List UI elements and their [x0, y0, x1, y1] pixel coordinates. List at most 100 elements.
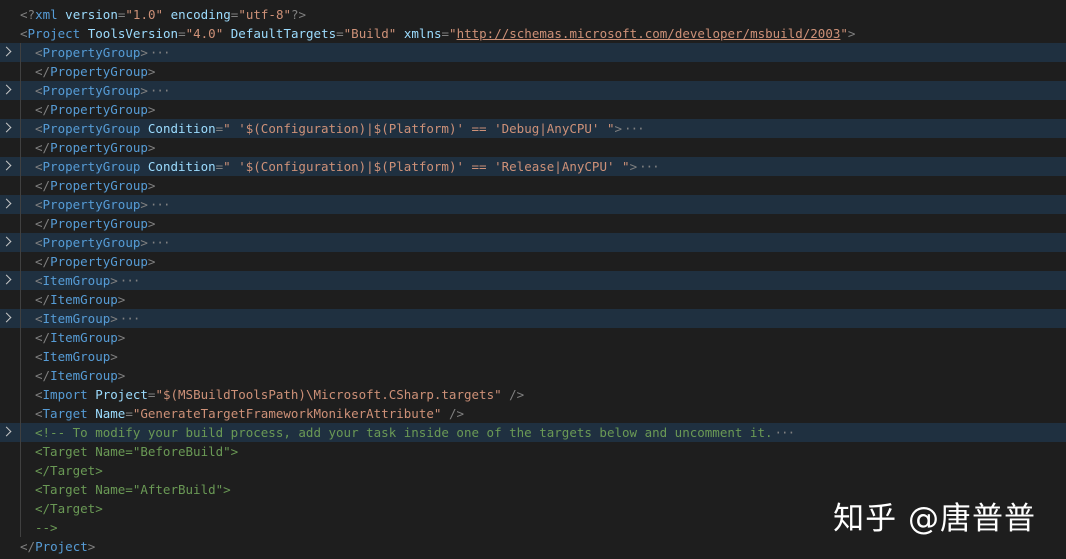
- code-token: "Build": [343, 26, 397, 41]
- code-text: <PropertyGroup> ···: [20, 81, 171, 100]
- code-text: <Target Name="GenerateTargetFrameworkMon…: [20, 404, 464, 423]
- code-text: </Project>: [20, 537, 95, 556]
- code-line[interactable]: <Project ToolsVersion="4.0" DefaultTarge…: [0, 24, 1066, 43]
- code-line-folded[interactable]: <PropertyGroup Condition=" '$(Configurat…: [0, 157, 1066, 176]
- code-token: =: [125, 406, 133, 421]
- code-line[interactable]: </ItemGroup>: [0, 328, 1066, 347]
- fold-gutter: [0, 290, 18, 309]
- fold-gutter[interactable]: [0, 423, 18, 442]
- code-editor[interactable]: <?xml version="1.0" encoding="utf-8"?> <P…: [0, 5, 1066, 556]
- code-token: >: [110, 273, 118, 288]
- code-text: <PropertyGroup> ···: [20, 233, 171, 252]
- fold-gutter: [0, 100, 18, 119]
- fold-gutter: [0, 176, 18, 195]
- code-token: "$(MSBuildToolsPath)\Microsoft.CSharp.ta…: [155, 387, 502, 402]
- fold-gutter[interactable]: [0, 119, 18, 138]
- code-token: ItemGroup: [50, 330, 118, 345]
- code-line-folded[interactable]: <PropertyGroup> ···: [0, 233, 1066, 252]
- fold-gutter[interactable]: [0, 309, 18, 328]
- code-token: </: [35, 330, 51, 345]
- code-token: Condition: [147, 159, 216, 174]
- code-text: </PropertyGroup>: [20, 62, 155, 81]
- code-line[interactable]: </PropertyGroup>: [0, 252, 1066, 271]
- code-token: >: [629, 159, 638, 174]
- code-token: >: [117, 330, 126, 345]
- code-token: ItemGroup: [42, 311, 111, 326]
- fold-ellipsis[interactable]: ···: [639, 159, 660, 174]
- chevron-right-icon[interactable]: [1, 236, 12, 247]
- code-token: <: [35, 273, 43, 288]
- code-line[interactable]: <Import Project="$(MSBuildToolsPath)\Mic…: [0, 385, 1066, 404]
- code-line-folded[interactable]: <PropertyGroup> ···: [0, 195, 1066, 214]
- code-line-folded[interactable]: <PropertyGroup> ···: [0, 81, 1066, 100]
- code-token: version: [65, 7, 118, 22]
- code-line[interactable]: </PropertyGroup>: [0, 176, 1066, 195]
- code-line[interactable]: </ItemGroup>: [0, 290, 1066, 309]
- code-token: <: [35, 311, 43, 326]
- fold-gutter: [0, 347, 18, 366]
- code-line-folded[interactable]: <ItemGroup> ···: [0, 309, 1066, 328]
- chevron-right-icon[interactable]: [1, 122, 12, 133]
- code-token: PropertyGroup: [50, 140, 148, 155]
- fold-ellipsis[interactable]: ···: [150, 45, 171, 60]
- code-token: DefaultTargets: [230, 26, 337, 41]
- fold-gutter[interactable]: [0, 43, 18, 62]
- code-token: >: [147, 102, 156, 117]
- code-token: ?>: [291, 7, 307, 22]
- chevron-right-icon[interactable]: [1, 84, 12, 95]
- code-line[interactable]: <Target Name="BeforeBuild">: [0, 442, 1066, 461]
- code-line-folded[interactable]: <!-- To modify your build process, add y…: [0, 423, 1066, 442]
- fold-ellipsis[interactable]: ···: [120, 273, 141, 288]
- code-line[interactable]: <ItemGroup>: [0, 347, 1066, 366]
- fold-gutter[interactable]: [0, 271, 18, 290]
- fold-gutter[interactable]: [0, 157, 18, 176]
- fold-ellipsis[interactable]: ···: [624, 121, 645, 136]
- chevron-right-icon[interactable]: [1, 160, 12, 171]
- code-line[interactable]: </Project>: [0, 537, 1066, 556]
- chevron-right-icon[interactable]: [1, 274, 12, 285]
- code-token: PropertyGroup: [50, 178, 148, 193]
- code-line[interactable]: </PropertyGroup>: [0, 138, 1066, 157]
- code-line[interactable]: </Target>: [0, 461, 1066, 480]
- code-text: -->: [20, 518, 58, 537]
- code-token: </: [35, 216, 51, 231]
- code-text: </ItemGroup>: [20, 290, 125, 309]
- code-token: />: [441, 406, 464, 421]
- fold-gutter: [0, 442, 18, 461]
- fold-ellipsis[interactable]: ···: [150, 197, 171, 212]
- code-token: <: [35, 121, 43, 136]
- code-line[interactable]: </PropertyGroup>: [0, 214, 1066, 233]
- chevron-right-icon[interactable]: [1, 198, 12, 209]
- code-line[interactable]: <Target Name="GenerateTargetFrameworkMon…: [0, 404, 1066, 423]
- code-line-folded[interactable]: <ItemGroup> ···: [0, 271, 1066, 290]
- code-token: PropertyGroup: [42, 83, 141, 98]
- fold-gutter: [0, 214, 18, 233]
- code-token: PropertyGroup: [42, 121, 141, 136]
- code-token: Project: [35, 539, 88, 554]
- code-token: Project: [95, 387, 148, 402]
- code-line[interactable]: </PropertyGroup>: [0, 100, 1066, 119]
- fold-ellipsis[interactable]: ···: [150, 235, 171, 250]
- code-token: </Target>: [35, 463, 103, 478]
- fold-ellipsis[interactable]: ···: [120, 311, 141, 326]
- chevron-right-icon[interactable]: [1, 46, 12, 57]
- code-token: =: [441, 26, 450, 41]
- fold-gutter[interactable]: [0, 195, 18, 214]
- code-line[interactable]: </PropertyGroup>: [0, 62, 1066, 81]
- fold-ellipsis[interactable]: ···: [150, 83, 171, 98]
- code-line[interactable]: <?xml version="1.0" encoding="utf-8"?>: [0, 5, 1066, 24]
- fold-ellipsis[interactable]: ···: [775, 425, 796, 440]
- chevron-right-icon[interactable]: [1, 312, 12, 323]
- code-line-folded[interactable]: <PropertyGroup> ···: [0, 43, 1066, 62]
- code-token: ItemGroup: [42, 349, 111, 364]
- code-text: </PropertyGroup>: [20, 214, 155, 233]
- code-token: </: [35, 178, 51, 193]
- fold-gutter[interactable]: [0, 233, 18, 252]
- code-line[interactable]: </ItemGroup>: [0, 366, 1066, 385]
- code-token: >: [147, 216, 156, 231]
- fold-gutter[interactable]: [0, 81, 18, 100]
- code-line-folded[interactable]: <PropertyGroup Condition=" '$(Configurat…: [0, 119, 1066, 138]
- chevron-right-icon[interactable]: [1, 426, 12, 437]
